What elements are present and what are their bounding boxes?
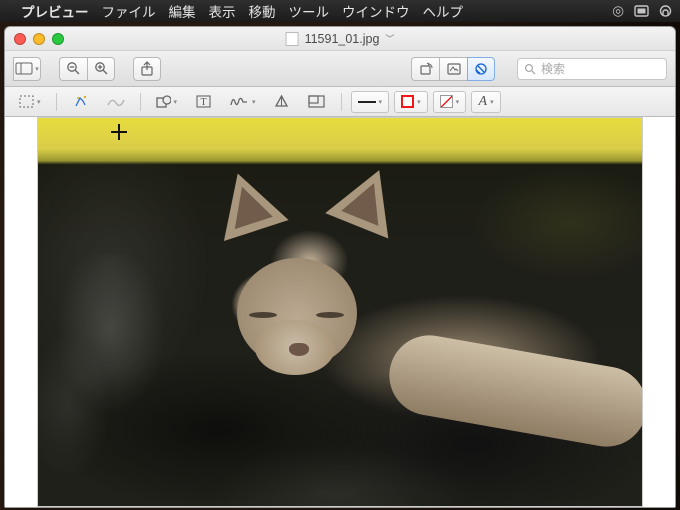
search-icon (524, 63, 536, 75)
traffic-lights (5, 33, 64, 45)
window-title[interactable]: 11591_01.jpg ﹀ (286, 32, 395, 46)
zoom-out-button[interactable] (59, 57, 87, 81)
menu-tools[interactable]: ツール (289, 1, 330, 21)
filename-label: 11591_01.jpg (305, 32, 380, 46)
content-area (5, 117, 675, 507)
annotate-button[interactable] (439, 57, 467, 81)
adjust-size-button[interactable] (302, 91, 332, 113)
instant-alpha-button[interactable] (66, 91, 96, 113)
sidebar-toggle-button[interactable]: ▾ (13, 57, 41, 81)
text-button[interactable]: T (188, 91, 218, 113)
font-style-button[interactable]: A▾ (471, 91, 501, 113)
close-button[interactable] (14, 33, 26, 45)
line-style-button[interactable]: ▾ (351, 91, 390, 113)
markup-toggle-button[interactable] (467, 57, 495, 81)
menu-file[interactable]: ファイル (102, 1, 156, 21)
preview-window: 11591_01.jpg ﹀ ▾ (4, 26, 676, 508)
titlebar[interactable]: 11591_01.jpg ﹀ (5, 27, 675, 51)
menubar-status-area: ◎ (612, 0, 672, 22)
menubar-app-name[interactable]: プレビュー (21, 1, 89, 21)
zoom-button[interactable] (52, 33, 64, 45)
siri-icon[interactable]: ◎ (612, 3, 624, 19)
selection-tool-button[interactable]: ▾ (13, 91, 47, 113)
stroke-color-button[interactable]: ▾ (394, 91, 428, 113)
menu-window[interactable]: ウインドウ (342, 1, 410, 21)
fast-user-switch-icon[interactable] (659, 5, 672, 18)
image-canvas[interactable] (37, 117, 643, 507)
sketch-button[interactable] (101, 91, 131, 113)
rotate-left-button[interactable] (411, 57, 439, 81)
main-toolbar: ▾ (5, 51, 675, 87)
title-menu-chevron-icon[interactable]: ﹀ (385, 32, 394, 45)
image-content (38, 118, 642, 506)
search-placeholder: 検索 (541, 60, 565, 77)
search-field[interactable]: 検索 (517, 58, 667, 80)
sign-button[interactable]: ▾ (223, 91, 262, 113)
share-button[interactable] (133, 57, 161, 81)
markup-toolbar: ▾ ▾ T ▾ (5, 87, 675, 117)
menu-help[interactable]: ヘルプ (423, 1, 464, 21)
menu-edit[interactable]: 編集 (169, 1, 196, 21)
shapes-button[interactable]: ▾ (150, 91, 184, 113)
desktop: 11591_01.jpg ﹀ ▾ (0, 22, 680, 510)
zoom-in-button[interactable] (87, 57, 115, 81)
menu-view[interactable]: 表示 (209, 1, 236, 21)
menu-go[interactable]: 移動 (249, 1, 276, 21)
control-strip-icon[interactable] (634, 5, 649, 17)
document-proxy-icon[interactable] (286, 32, 299, 46)
menubar: プレビュー ファイル 編集 表示 移動 ツール ウインドウ ヘルプ ◎ (0, 0, 680, 22)
adjust-color-button[interactable] (267, 91, 297, 113)
fill-color-button[interactable]: ▾ (433, 91, 467, 113)
minimize-button[interactable] (33, 33, 45, 45)
svg-text:T: T (200, 97, 206, 108)
